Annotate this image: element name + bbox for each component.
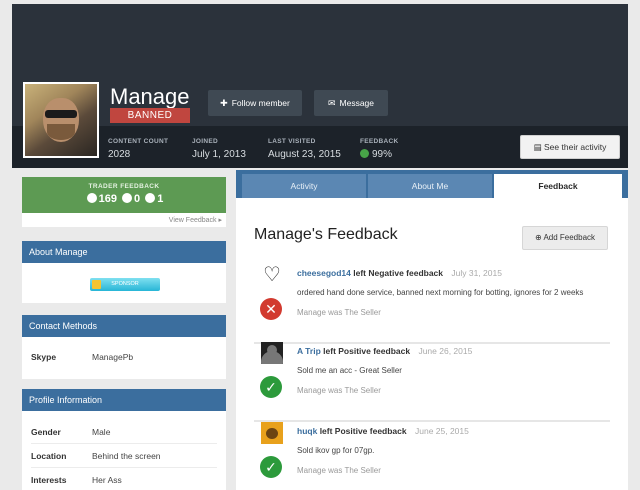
stat-value: 2028 — [108, 149, 131, 160]
envelope-icon: ✉ — [327, 98, 336, 108]
tab-feedback[interactable]: Feedback — [494, 174, 622, 198]
feedback-comment: Sold me an acc - Great Seller — [297, 366, 402, 375]
profile-header: Manage BANNED ✚ Follow member ✉ Message CO… — [12, 4, 628, 168]
follow-user-icon: ✚ — [220, 98, 228, 108]
feedback-item: ♡ ✕ cheesegod14 left Negative feedback J… — [254, 264, 610, 344]
activity-list-icon: ▤ — [533, 142, 545, 152]
see-activity-button[interactable]: ▤ See their activity — [520, 135, 620, 159]
contact-key: Skype — [31, 352, 57, 362]
stat-last-visited: LAST VISITED August 23, 2015 — [268, 138, 341, 160]
trader-feedback-title: TRADER FEEDBACK — [88, 183, 160, 190]
positive-icon — [86, 193, 97, 203]
feedback-item: ✓ huqk left Positive feedback June 25, 2… — [254, 422, 610, 490]
feedback-user-link[interactable]: A Trip — [297, 346, 321, 356]
profile-value: Male — [92, 427, 111, 437]
stat-value: 99% — [372, 149, 393, 160]
negative-count: 1 — [157, 193, 164, 205]
about-heading: About Manage — [22, 241, 226, 263]
stat-label: LAST VISITED — [268, 138, 316, 145]
feedback-role: Manage was The Seller — [297, 308, 381, 317]
profile-row: Interests Her Ass — [31, 468, 217, 490]
feedback-date: June 25, 2015 — [414, 426, 469, 436]
contact-heading: Contact Methods — [22, 315, 226, 337]
stat-joined: JOINED July 1, 2013 — [192, 138, 246, 160]
stat-value: July 1, 2013 — [192, 149, 246, 160]
feedback-item: ✓ A Trip left Positive feedback June 26,… — [254, 342, 610, 422]
neutral-count: 0 — [134, 193, 141, 205]
negative-icon — [145, 193, 156, 203]
about-card: About Manage SPONSOR — [22, 241, 226, 303]
profile-tabs: Activity About Me Feedback — [236, 170, 628, 198]
heart-avatar-icon[interactable]: ♡ — [261, 264, 283, 286]
profile-key: Gender — [31, 427, 61, 437]
stat-feedback: FEEDBACK 99% — [360, 138, 399, 160]
cross-circle-icon: ✕ — [260, 298, 282, 320]
profile-row: Location Behind the screen — [31, 444, 217, 468]
feedback-comment: ordered hand done service, banned next m… — [297, 288, 584, 297]
follow-member-button[interactable]: ✚ Follow member — [208, 90, 302, 116]
avatar[interactable] — [23, 82, 99, 158]
stat-label: CONTENT COUNT — [108, 138, 169, 145]
sponsor-badge: SPONSOR — [90, 278, 160, 291]
neutral-icon — [122, 193, 133, 203]
profile-key: Interests — [31, 475, 67, 485]
check-circle-icon: ✓ — [260, 456, 282, 478]
avatar-photo — [25, 84, 97, 156]
feedback-date: June 26, 2015 — [418, 346, 473, 356]
contact-value: ManagePb — [92, 352, 134, 362]
message-button[interactable]: ✉ Message — [314, 90, 388, 116]
positive-dot-icon — [360, 149, 369, 158]
user-avatar[interactable] — [261, 342, 283, 364]
user-avatar[interactable] — [261, 422, 283, 444]
trader-feedback-card: TRADER FEEDBACK 169 0 1 View Feedback ▸ — [22, 177, 226, 227]
profile-value: Behind the screen — [92, 451, 161, 461]
profile-key: Location — [31, 451, 67, 461]
feedback-kind: left Negative feedback — [353, 268, 444, 278]
member-name: Manage — [110, 84, 190, 109]
stat-label: FEEDBACK — [360, 138, 399, 145]
positive-count: 169 — [98, 193, 117, 205]
profile-info-heading: Profile Information — [22, 389, 226, 411]
sponsor-icon — [92, 280, 101, 289]
check-circle-icon: ✓ — [260, 376, 282, 398]
stat-value: August 23, 2015 — [268, 149, 341, 160]
tab-about-me[interactable]: About Me — [368, 174, 492, 198]
view-feedback-link[interactable]: View Feedback ▸ — [22, 213, 226, 224]
feedback-role: Manage was The Seller — [297, 386, 381, 395]
contact-methods-card: Contact Methods Skype ManagePb — [22, 315, 226, 379]
profile-row: Gender Male — [31, 420, 217, 444]
feedback-user-link[interactable]: cheesegod14 — [297, 268, 351, 278]
feedback-date: July 31, 2015 — [451, 268, 502, 278]
stat-content-count: CONTENT COUNT 2028 — [108, 138, 168, 160]
trader-feedback-summary: TRADER FEEDBACK 169 0 1 — [22, 177, 226, 213]
banned-badge: BANNED — [110, 108, 190, 123]
feedback-kind: left Positive feedback — [323, 346, 411, 356]
feedback-user-link[interactable]: huqk — [297, 426, 317, 436]
profile-value: Her Ass — [92, 475, 122, 485]
profile-information-card: Profile Information Gender Male Location… — [22, 389, 226, 490]
feedback-kind: left Positive feedback — [319, 426, 407, 436]
profile-main-panel: Activity About Me Feedback Manage's Feed… — [236, 170, 628, 490]
stat-label: JOINED — [192, 138, 219, 145]
feedback-role: Manage was The Seller — [297, 466, 381, 475]
contact-row: Skype ManagePb — [22, 352, 226, 376]
tab-activity[interactable]: Activity — [242, 174, 366, 198]
page-title: Manage's Feedback — [254, 226, 398, 243]
feedback-comment: Sold ikov gp for 07gp. — [297, 446, 375, 455]
add-feedback-button[interactable]: ⊕ Add Feedback — [522, 226, 608, 250]
